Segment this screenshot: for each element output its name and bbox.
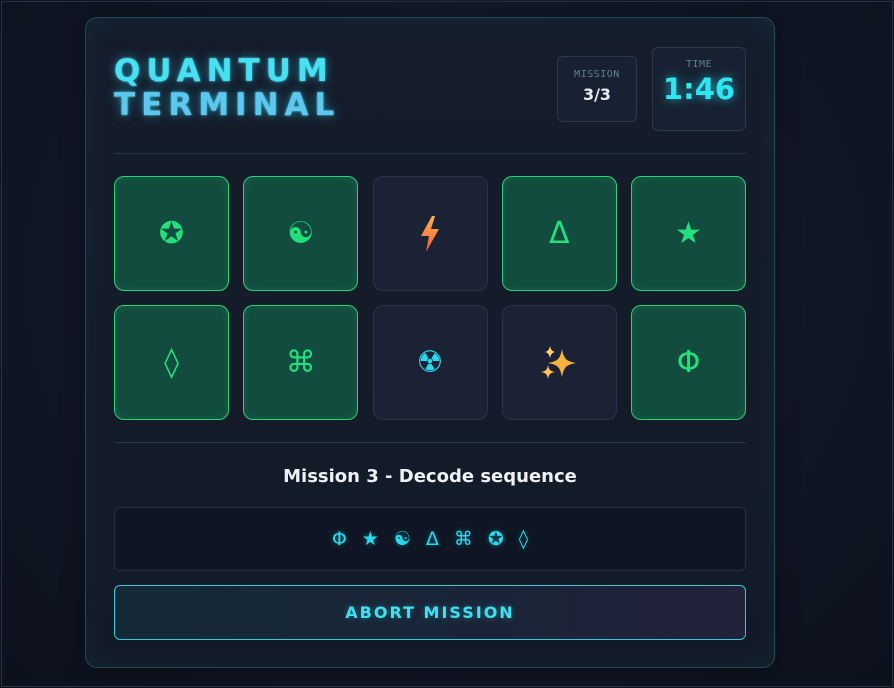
yin-yang-icon: ☯ [287, 215, 315, 251]
tile-6[interactable]: ◊ [114, 305, 229, 420]
tile-4[interactable]: Δ [501, 176, 617, 291]
sequence-item: Δ [425, 528, 439, 550]
tile-2[interactable]: ☯ [243, 176, 359, 291]
tile-3[interactable] [372, 176, 488, 291]
star-icon: ★ [675, 215, 702, 251]
sequence-item: ★ [361, 528, 379, 550]
abort-mission-button[interactable]: ABORT MISSION [114, 585, 746, 640]
symbol-grid: ✪ ☯ Δ ★ ◊ ⌘ ☢ Φ [114, 176, 746, 420]
game-title: QUANTUM TERMINAL [114, 54, 340, 122]
phi-icon: Φ [676, 344, 701, 380]
mission-instruction: Mission 3 - Decode sequence [283, 466, 577, 487]
tile-1[interactable]: ✪ [114, 176, 229, 291]
tile-8[interactable]: ☢ [372, 305, 488, 420]
delta-icon: Δ [548, 215, 570, 251]
radioactive-icon: ☢ [416, 344, 444, 380]
title-line-1: QUANTUM [114, 53, 334, 89]
grid-divider [114, 442, 746, 443]
lightning-icon [419, 215, 441, 252]
diamond-icon: ◊ [164, 344, 179, 380]
mission-counter: MISSION 3/3 [557, 56, 637, 122]
mission-value: 3/3 [582, 85, 612, 104]
header-divider [114, 153, 746, 154]
sequence-item: ⌘ [453, 528, 473, 550]
time-label: TIME [685, 59, 713, 70]
timer: TIME 1:46 [652, 47, 746, 131]
tile-5[interactable]: ★ [631, 176, 746, 291]
tile-7[interactable]: ⌘ [243, 305, 359, 420]
time-value: 1:46 [662, 72, 736, 106]
command-icon: ⌘ [285, 344, 316, 380]
tile-10[interactable]: Φ [631, 305, 746, 420]
sequence-item: ☯ [393, 528, 411, 550]
sparkles-icon [540, 345, 578, 381]
circled-star-icon: ✪ [158, 215, 185, 251]
sequence-item: ◊ [518, 528, 529, 550]
mission-label: MISSION [574, 69, 620, 80]
sequence-item: Φ [331, 528, 347, 550]
target-sequence: Φ ★ ☯ Δ ⌘ ✪ ◊ [114, 507, 746, 571]
tile-9[interactable] [501, 305, 617, 420]
title-line-2: TERMINAL [114, 87, 341, 123]
sequence-item: ✪ [487, 528, 504, 550]
